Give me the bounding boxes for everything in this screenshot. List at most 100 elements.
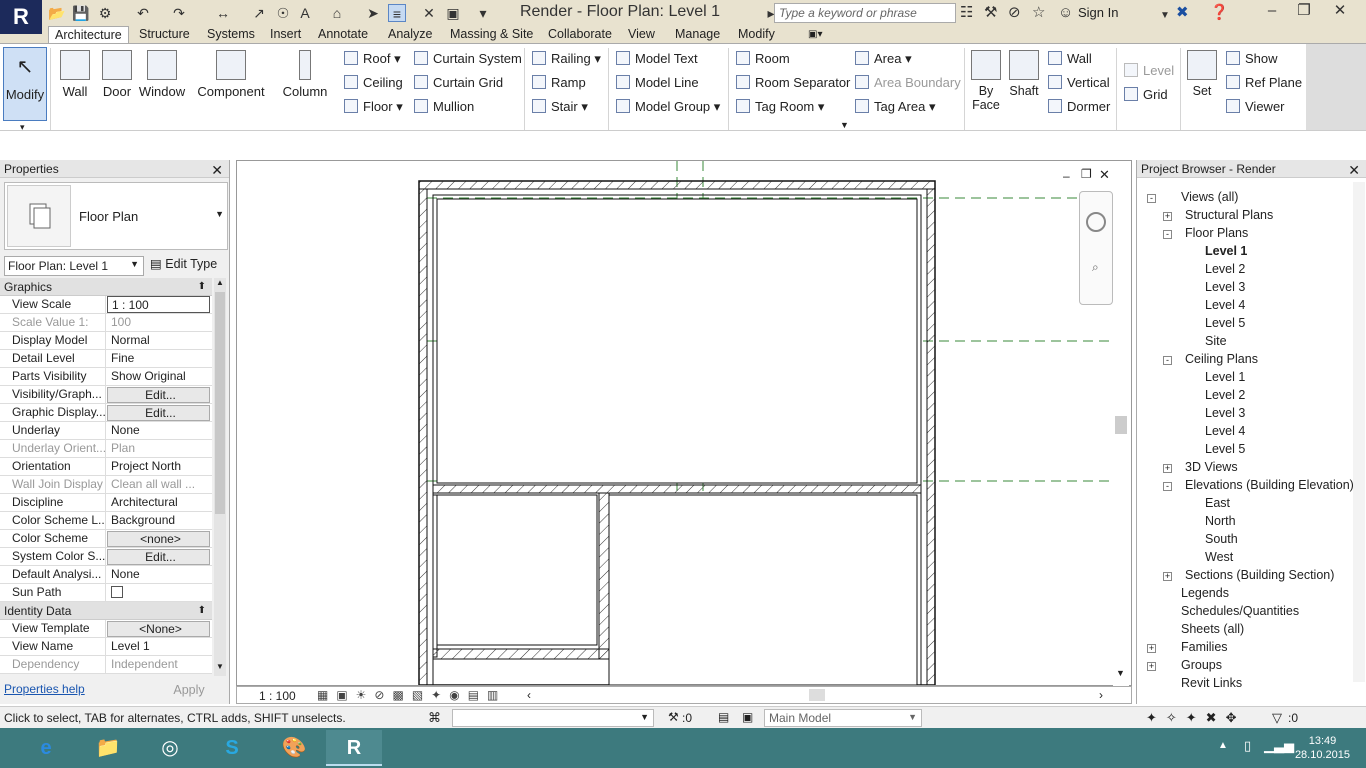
tree-expander-icon[interactable]: + [1163,572,1172,581]
undo-icon[interactable]: ↶ [134,4,152,22]
ceiling-button[interactable]: Ceiling [344,73,403,93]
model-line-button[interactable]: Model Line [616,73,699,93]
filter-icon[interactable]: ▽ [1272,710,1282,726]
viewer-button[interactable]: Viewer [1226,97,1285,117]
browser-node[interactable]: Revit Links [1181,676,1242,690]
area-button[interactable]: Area ▾ [855,49,912,69]
switch-windows-icon[interactable]: ▣ [444,4,462,22]
save-icon[interactable]: 💾 [72,4,90,22]
tab-modify[interactable]: Modify [732,26,781,44]
door-button[interactable]: Door [100,48,134,99]
tab-manage[interactable]: Manage [669,26,726,44]
design-option-dropdown[interactable]: Main Model ▼ [764,709,922,727]
help-icon[interactable]: ❓ [1210,4,1229,22]
stair-button[interactable]: Stair ▾ [532,97,588,117]
binoculars-icon[interactable]: ☷ [960,4,973,22]
measure-icon[interactable]: ↔ [214,4,232,22]
restore-button[interactable]: ❐ [1288,1,1320,21]
battery-icon[interactable]: ▯ [1244,738,1251,754]
tree-expander-icon[interactable]: + [1147,644,1156,653]
mullion-button[interactable]: Mullion [414,97,474,117]
scrollbar-thumb[interactable] [1115,416,1127,434]
revit-taskbar-icon[interactable]: R [326,730,382,766]
section-icon[interactable]: ➤ [364,4,382,22]
browser-node[interactable]: Level 5 [1205,316,1245,330]
tab-structure[interactable]: Structure [133,26,196,44]
browser-node[interactable]: West [1205,550,1233,564]
view-template-button[interactable]: <None> [107,621,210,637]
browser-node[interactable]: Structural Plans [1185,208,1273,222]
properties-help-link[interactable]: Properties help [4,682,85,696]
internet-explorer-icon[interactable]: e [18,730,74,766]
area-boundary-button[interactable]: Area Boundary [855,73,961,93]
browser-node[interactable]: Sheets (all) [1181,622,1244,636]
room-panel-expand-icon[interactable]: ▼ [840,120,849,130]
tree-expander-icon[interactable]: - [1163,356,1172,365]
redo-icon[interactable]: ↷ [170,4,188,22]
chrome-icon[interactable]: ◎ [142,730,198,766]
prop-value[interactable]: Show Original [107,368,210,386]
scroll-down-icon[interactable]: ▼ [214,662,226,674]
tab-systems[interactable]: Systems [201,26,261,44]
application-menu-button[interactable]: R [0,0,42,34]
tab-analyze[interactable]: Analyze [382,26,438,44]
subscription-icon[interactable]: ⚒ [984,4,997,22]
browser-node[interactable]: Sections (Building Section) [1185,568,1334,582]
by-face-button[interactable]: By Face [970,48,1002,112]
show-workplane-button[interactable]: Show [1226,49,1278,69]
floor-button[interactable]: Floor ▾ [344,97,403,117]
railing-button[interactable]: Railing ▾ [532,49,601,69]
sign-in-button[interactable]: Sign In [1078,5,1118,20]
workset-dropdown[interactable]: ▼ [452,709,654,727]
curtain-system-button[interactable]: Curtain System [414,49,522,69]
tab-view[interactable]: View [622,26,661,44]
file-explorer-icon[interactable]: 📁 [80,730,136,766]
drawing-vertical-scrollbar[interactable]: ▼ [1113,178,1129,686]
communication-icon[interactable]: ⊘ [1008,4,1021,22]
prop-value[interactable]: Normal [107,332,210,350]
tab-massing-site[interactable]: Massing & Site [444,26,539,44]
scroll-up-icon[interactable]: ▲ [214,278,226,290]
tab-insert[interactable]: Insert [264,26,307,44]
horizontal-scroll-thumb[interactable] [809,689,825,701]
modify-button[interactable]: ↖ Modify [3,47,47,121]
skype-icon[interactable]: S [204,730,260,766]
prop-value[interactable]: Project North [107,458,210,476]
scrollbar-thumb[interactable] [215,292,225,514]
3d-view-icon[interactable]: ⌂ [328,4,346,22]
shaft-button[interactable]: Shaft [1006,48,1042,98]
browser-node[interactable]: Level 3 [1205,406,1245,420]
model-group-button[interactable]: Model Group ▾ [616,97,720,117]
show-hidden-icons[interactable]: ▲ [1218,740,1228,751]
wall-button[interactable]: Wall [58,48,92,99]
tag-icon[interactable]: ☉ [274,4,292,22]
drawing-area[interactable]: – ❐ ✕ ⌕ [236,160,1132,686]
close-icon[interactable]: ✕ [1348,161,1360,179]
chevron-left-icon[interactable]: ‹ [527,688,531,702]
tree-expander-icon[interactable]: - [1163,482,1172,491]
sync-icon[interactable]: ⚙ [96,4,114,22]
window-button[interactable]: Window [138,48,186,99]
dimension-icon[interactable]: ↗ [250,4,268,22]
sun-path-checkbox[interactable] [111,586,123,598]
text-icon[interactable]: A [296,4,314,22]
tree-expander-icon[interactable]: - [1147,194,1156,203]
paint-icon[interactable]: 🎨 [266,730,322,766]
minimize-button[interactable]: – [1256,1,1288,21]
color-scheme-button[interactable]: <none> [107,531,210,547]
browser-node[interactable]: Level 3 [1205,280,1245,294]
component-button[interactable]: Component [196,48,266,99]
tab-architecture[interactable]: Architecture [48,26,129,44]
set-workplane-button[interactable]: Set [1186,48,1218,98]
browser-node[interactable]: Site [1205,334,1227,348]
browser-node[interactable]: 3D Views [1185,460,1238,474]
browser-node[interactable]: Level 4 [1205,298,1245,312]
taskbar-clock[interactable]: 13:49 28.10.2015 [1295,734,1350,762]
grid-button[interactable]: Grid [1124,85,1168,105]
edit-button[interactable]: Edit... [107,387,210,403]
graphics-group-header[interactable]: Graphics ⬆ [0,278,212,296]
room-button[interactable]: Room [736,49,790,69]
edit-button[interactable]: Edit... [107,405,210,421]
prop-value[interactable]: Level 1 [107,638,210,656]
type-selector[interactable]: Floor Plan ▼ [4,182,228,250]
